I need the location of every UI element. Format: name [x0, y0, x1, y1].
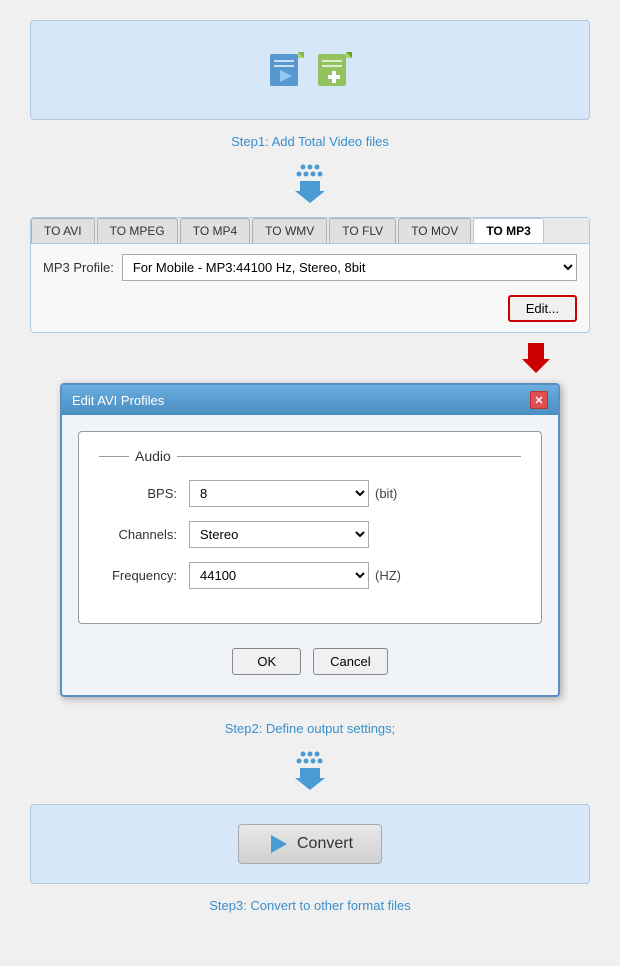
main-container: Step1: Add Total Video files TO AVI TO M… [0, 0, 620, 933]
frequency-field-row: Frequency: 8000 11025 22050 44100 48000 … [99, 562, 521, 589]
edit-avi-dialog: Edit AVI Profiles ✕ Audio BPS: 8 16 24 3… [60, 383, 560, 697]
convert-label: Convert [297, 835, 353, 853]
tab-to-mp4[interactable]: TO MP4 [180, 218, 250, 243]
tabs-row: TO AVI TO MPEG TO MP4 TO WMV TO FLV TO M… [31, 218, 589, 244]
tab-to-mp3[interactable]: TO MP3 [473, 218, 543, 243]
frequency-label: Frequency: [99, 568, 189, 583]
red-arrow [30, 343, 590, 373]
tab-to-mov[interactable]: TO MOV [398, 218, 471, 243]
dialog-cancel-button[interactable]: Cancel [313, 648, 387, 675]
profile-label: MP3 Profile: [43, 260, 114, 275]
edit-row: Edit... [31, 291, 589, 332]
step2-arrow [30, 750, 590, 790]
step2-label: Step2: Define output settings; [30, 721, 590, 736]
tab-to-wmv[interactable]: TO WMV [252, 218, 327, 243]
convert-button[interactable]: Convert [238, 824, 382, 864]
bps-label: BPS: [99, 486, 189, 501]
frequency-unit: (HZ) [375, 568, 401, 583]
step3-label: Step3: Convert to other format files [30, 898, 590, 913]
audio-group: Audio BPS: 8 16 24 32 (bit) [78, 431, 542, 624]
step1-label: Step1: Add Total Video files [30, 134, 590, 149]
channels-field-row: Channels: Mono Stereo [99, 521, 521, 548]
add-file-icon [316, 52, 352, 88]
edit-button[interactable]: Edit... [508, 295, 577, 322]
bps-select[interactable]: 8 16 24 32 [189, 480, 369, 507]
bps-field-row: BPS: 8 16 24 32 (bit) [99, 480, 521, 507]
convert-area: Convert [30, 804, 590, 884]
audio-group-legend: Audio [99, 448, 521, 464]
tab-to-avi[interactable]: TO AVI [31, 218, 95, 243]
dialog-titlebar: Edit AVI Profiles ✕ [62, 385, 558, 415]
dialog-buttons: OK Cancel [78, 640, 542, 679]
dialog-overlay: Edit AVI Profiles ✕ Audio BPS: 8 16 24 3… [30, 383, 590, 697]
file-drop-area[interactable] [30, 20, 590, 120]
channels-label: Channels: [99, 527, 189, 542]
profile-select[interactable]: For Mobile - MP3:44100 Hz, Stereo, 8bit [122, 254, 577, 281]
frequency-select[interactable]: 8000 11025 22050 44100 48000 [189, 562, 369, 589]
tab-to-mpeg[interactable]: TO MPEG [97, 218, 178, 243]
dialog-title: Edit AVI Profiles [72, 393, 164, 408]
channels-select[interactable]: Mono Stereo [189, 521, 369, 548]
tab-to-flv[interactable]: TO FLV [329, 218, 396, 243]
dialog-close-button[interactable]: ✕ [530, 391, 548, 409]
profile-row: MP3 Profile: For Mobile - MP3:44100 Hz, … [31, 244, 589, 291]
video-file-icon [268, 52, 304, 88]
convert-play-icon [267, 833, 289, 855]
step1-arrow [30, 163, 590, 203]
dialog-ok-button[interactable]: OK [232, 648, 301, 675]
tabs-panel: TO AVI TO MPEG TO MP4 TO WMV TO FLV TO M… [30, 217, 590, 333]
dialog-content: Audio BPS: 8 16 24 32 (bit) [62, 415, 558, 695]
bps-unit: (bit) [375, 486, 397, 501]
